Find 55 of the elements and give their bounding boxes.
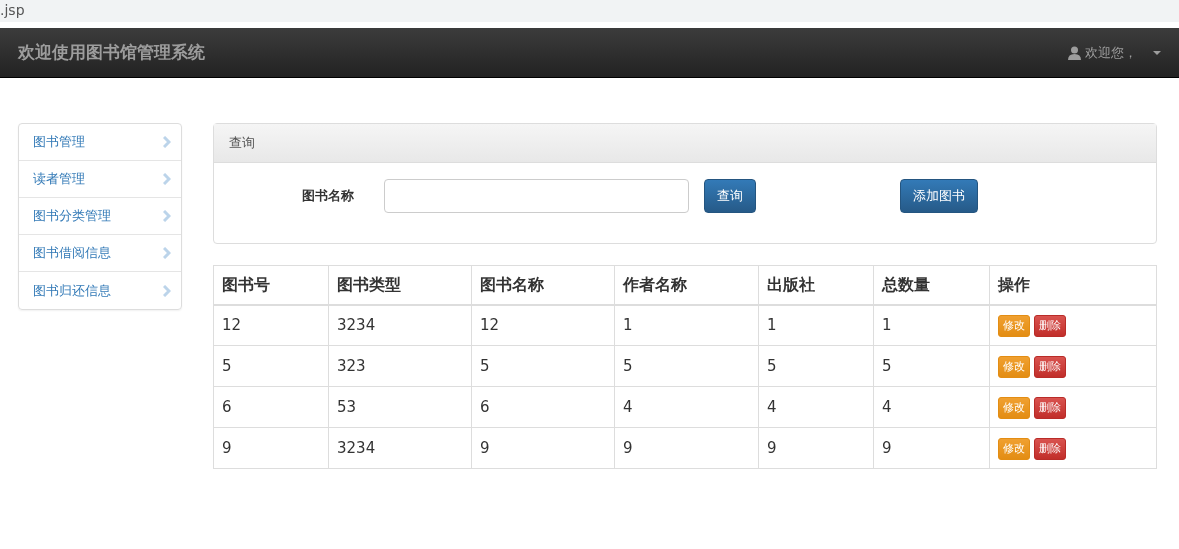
column-header: 作者名称 [614, 265, 759, 305]
table-cell: 5 [471, 345, 615, 387]
table-cell: 4 [614, 386, 759, 428]
delete-button[interactable]: 删除 [1034, 356, 1066, 378]
add-book-button[interactable]: 添加图书 [900, 179, 978, 213]
chevron-icon [163, 284, 171, 297]
column-header: 图书名称 [471, 265, 615, 305]
table-cell: 1 [758, 304, 874, 346]
sidebar-item[interactable]: 读者管理 [19, 161, 181, 198]
table-cell: 4 [873, 386, 990, 428]
user-menu[interactable]: 欢迎您， [1068, 42, 1161, 63]
table-cell: 12 [213, 304, 329, 346]
sidebar-item[interactable]: 图书管理 [19, 124, 181, 161]
table-cell: 12 [471, 304, 615, 346]
column-header: 出版社 [758, 265, 874, 305]
table-cell: 9 [614, 427, 759, 469]
sidebar-item[interactable]: 图书分类管理 [19, 198, 181, 235]
table-cell: 6 [213, 386, 329, 428]
column-header: 图书类型 [328, 265, 472, 305]
delete-button[interactable]: 删除 [1034, 397, 1066, 419]
search-button[interactable]: 查询 [704, 179, 756, 213]
field-label: 图书名称 [301, 187, 355, 205]
user-icon [1068, 45, 1081, 60]
sidebar-item[interactable]: 图书归还信息 [19, 272, 181, 309]
address-text: .jsp [0, 2, 25, 18]
table-cell: 5 [758, 345, 874, 387]
table-cell: 9 [873, 427, 990, 469]
table-cell: 3234 [328, 304, 472, 346]
app-title: 欢迎使用图书馆管理系统 [18, 40, 205, 64]
table-cell: 53 [328, 386, 472, 428]
chevron-icon [163, 247, 171, 259]
chevron-icon [163, 210, 171, 222]
column-header: 总数量 [873, 265, 990, 305]
table-cell: 5 [614, 345, 759, 387]
table-cell: 1 [614, 304, 759, 346]
table-cell: 5 [213, 345, 329, 387]
column-header: 操作 [989, 265, 1157, 305]
table-cell: 5 [873, 345, 990, 387]
table-cell: 9 [471, 427, 615, 469]
book-name-field[interactable] [384, 179, 689, 213]
column-header: 图书号 [213, 265, 329, 305]
table-cell: 1 [873, 304, 990, 346]
panel-title: 查询 [229, 134, 255, 153]
table-cell: 4 [758, 386, 874, 428]
caret-icon [1153, 50, 1161, 55]
table-cell: 6 [471, 386, 615, 428]
table-cell: 9 [758, 427, 874, 469]
table-cell: 3234 [328, 427, 472, 469]
chevron-icon [163, 173, 171, 185]
table-cell: 323 [328, 345, 472, 387]
chevron-icon [163, 136, 171, 148]
delete-button[interactable]: 删除 [1034, 438, 1066, 460]
table-cell: 9 [213, 427, 329, 469]
sidebar-item[interactable]: 图书借阅信息 [19, 235, 181, 272]
delete-button[interactable]: 删除 [1034, 315, 1066, 338]
